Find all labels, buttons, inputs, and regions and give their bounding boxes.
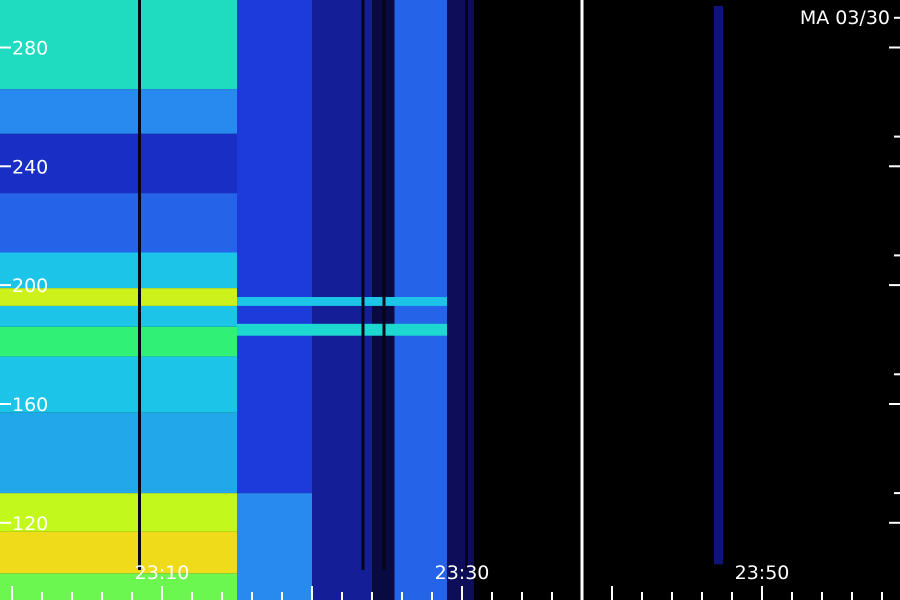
intensity-region-6 xyxy=(0,305,237,327)
x-tick-label-0: 23:10 xyxy=(135,562,190,584)
intensity-region-20 xyxy=(447,0,474,600)
intensity-regions xyxy=(0,0,474,600)
spectrogram-chart: 120 160 200 240 280 23:10 23:30 23:50 MA 03/30 xyxy=(0,0,900,600)
intensity-region-9 xyxy=(0,193,237,253)
x-tick-label-2: 23:50 xyxy=(735,562,790,584)
y-tick-label-240: 240 xyxy=(12,156,48,178)
y-tick-label-280: 280 xyxy=(12,38,48,60)
date-stamp: MA 03/30 xyxy=(800,7,890,29)
y-tick-label-200: 200 xyxy=(12,275,48,297)
intensity-region-19 xyxy=(237,297,474,306)
x-tick-label-1: 23:30 xyxy=(435,562,490,584)
intensity-region-13 xyxy=(237,493,312,600)
intensity-region-3 xyxy=(0,412,237,494)
intensity-region-0 xyxy=(0,573,237,600)
faint-trace xyxy=(714,5,723,565)
intensity-region-11 xyxy=(0,89,237,134)
intensity-region-1 xyxy=(0,531,237,574)
intensity-region-14 xyxy=(237,0,312,494)
y-tick-label-160: 160 xyxy=(12,394,48,416)
intensity-region-5 xyxy=(0,326,237,357)
y-tick-label-120: 120 xyxy=(12,513,48,535)
intensity-region-18 xyxy=(237,323,474,336)
